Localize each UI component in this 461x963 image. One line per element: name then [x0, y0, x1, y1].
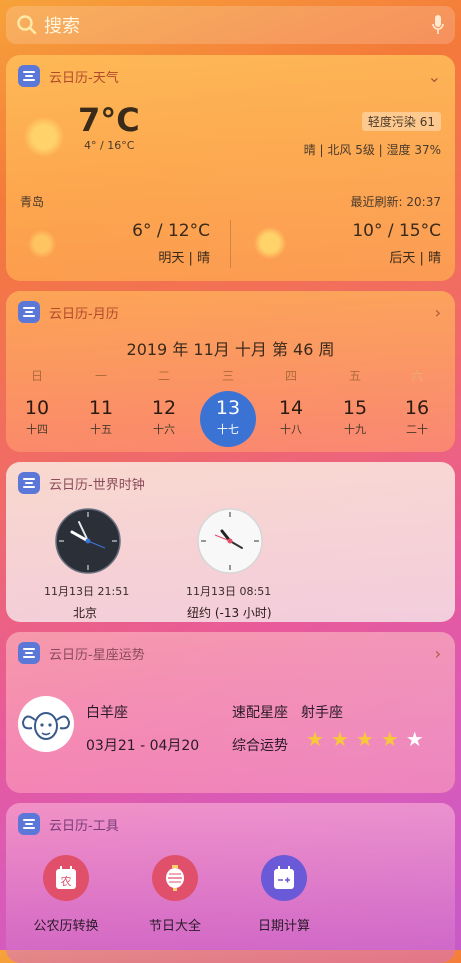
weather-condition: 晴 | 北风 5级 | 湿度 37%	[303, 143, 441, 157]
calendar-widget[interactable]: 云日历-月历 › 2019 年 11月 十月 第 46 周 日 一 二 三 四 …	[6, 291, 455, 452]
city-name: 青岛	[20, 195, 45, 209]
app-icon	[18, 472, 40, 494]
calendar-day[interactable]: 10	[17, 397, 57, 419]
zodiac-dates: 03月21 - 04月20	[86, 738, 200, 754]
clock-city-newyork: 纽约 (-13 小时)	[187, 606, 272, 620]
world-clock-widget[interactable]: 云日历-世界时钟 11月13日 21:51 北京 11月13日 08:51 纽约…	[6, 462, 455, 622]
forecast-after-label: 后天 | 晴	[389, 251, 441, 266]
zodiac-title: 云日历-星座运势	[49, 647, 145, 663]
forecast-divider	[230, 220, 231, 268]
fortune-label: 综合运势	[232, 738, 288, 754]
analog-clock-newyork[interactable]	[197, 508, 263, 574]
weather-header: 云日历-天气	[18, 65, 119, 87]
star-filled-icon: ★	[330, 727, 349, 751]
zodiac-sign: 白羊座	[86, 705, 128, 721]
weekday-label: 一	[94, 369, 107, 383]
match-value: 射手座	[301, 705, 343, 721]
lunar-date: 十八	[280, 423, 302, 436]
star-empty-icon: ★	[405, 727, 424, 751]
tools-title: 云日历-工具	[49, 818, 119, 834]
match-label: 速配星座	[232, 705, 288, 721]
lantern-icon	[152, 855, 198, 901]
tool-label: 节日大全	[148, 919, 201, 934]
weekday-label: 五	[348, 369, 361, 383]
calendar-title: 云日历-月历	[49, 306, 119, 322]
temperature-range: 4° / 16°C	[84, 139, 135, 152]
calendar-day[interactable]: 14	[271, 397, 311, 419]
tool-date-calculator[interactable]: 日期计算	[234, 855, 334, 934]
app-icon	[18, 301, 40, 323]
chevron-down-icon[interactable]: ⌄	[428, 67, 441, 86]
lunar-date: 十五	[90, 423, 112, 436]
weather-widget[interactable]: 云日历-天气 ⌄ 7°C 4° / 16°C 轻度污染 61 晴 | 北风 5级…	[6, 55, 455, 281]
current-temperature: 7°C	[78, 101, 140, 139]
app-icon	[18, 65, 40, 87]
calendar-day[interactable]: 15	[335, 397, 375, 419]
weekday-label: 六	[410, 369, 423, 383]
weather-title: 云日历-天气	[49, 70, 119, 86]
fortune-rating: ★ ★ ★ ★ ★	[306, 729, 424, 749]
calendar-day-today[interactable]: 13	[208, 397, 248, 419]
clock-header: 云日历-世界时钟	[18, 472, 145, 494]
tools-header: 云日历-工具	[18, 813, 119, 835]
zodiac-widget[interactable]: 云日历-星座运势 › 白羊座 03月21 - 04月20 速配星座 射手座 综合…	[6, 632, 455, 793]
tool-label: 公农历转换	[33, 919, 99, 934]
date-calculator-icon	[261, 855, 307, 901]
search-placeholder: 搜索	[44, 16, 80, 37]
tools-widget[interactable]: 云日历-工具 农 公农历转换 节日大全 日期计算	[6, 803, 455, 963]
svg-text:农: 农	[61, 874, 72, 888]
search-icon	[16, 14, 38, 36]
chevron-right-icon[interactable]: ›	[435, 644, 441, 663]
forecast-tomorrow-temp: 6° / 12°C	[132, 221, 210, 241]
microphone-icon[interactable]	[431, 14, 445, 36]
aries-icon	[18, 696, 74, 752]
calendar-day[interactable]: 16	[397, 397, 437, 419]
star-filled-icon: ★	[355, 727, 374, 751]
air-quality-badge: 轻度污染 61	[361, 112, 441, 131]
refresh-time: 最近刷新: 20:37	[350, 195, 441, 209]
star-filled-icon: ★	[380, 727, 399, 751]
app-icon	[18, 642, 40, 664]
clock-city-beijing: 北京	[73, 606, 98, 620]
weekday-label: 三	[221, 369, 234, 383]
lunar-calendar-icon: 农	[43, 855, 89, 901]
tool-lunar-converter[interactable]: 农 公农历转换	[16, 855, 116, 934]
app-icon	[18, 813, 40, 835]
star-filled-icon: ★	[306, 727, 324, 751]
clock-time-newyork: 11月13日 08:51	[186, 585, 272, 598]
lunar-date-today: 十七	[217, 423, 239, 436]
sun-icon	[28, 230, 56, 258]
lunar-date: 十六	[153, 423, 175, 436]
sun-icon	[254, 227, 286, 259]
clock-title: 云日历-世界时钟	[49, 477, 145, 493]
calendar-heading: 2019 年 11月 十月 第 46 周	[126, 340, 335, 359]
weekday-label: 四	[284, 369, 297, 383]
forecast-after-temp: 10° / 15°C	[352, 221, 441, 241]
forecast-tomorrow-label: 明天 | 晴	[158, 251, 210, 266]
weekday-label: 二	[157, 369, 170, 383]
tool-label: 日期计算	[257, 919, 310, 934]
weekday-label: 日	[30, 369, 43, 383]
search-bar[interactable]: 搜索	[6, 6, 455, 44]
sun-icon	[24, 117, 64, 157]
calendar-header: 云日历-月历	[18, 301, 119, 323]
calendar-day[interactable]: 11	[81, 397, 121, 419]
lunar-date: 二十	[406, 423, 428, 436]
clock-time-beijing: 11月13日 21:51	[44, 585, 130, 598]
chevron-right-icon[interactable]: ›	[435, 303, 441, 322]
calendar-day[interactable]: 12	[144, 397, 184, 419]
tool-holidays[interactable]: 节日大全	[125, 855, 225, 934]
lunar-date: 十九	[344, 423, 366, 436]
analog-clock-beijing[interactable]	[55, 508, 121, 574]
lunar-date: 十四	[26, 423, 48, 436]
zodiac-header: 云日历-星座运势	[18, 642, 145, 664]
